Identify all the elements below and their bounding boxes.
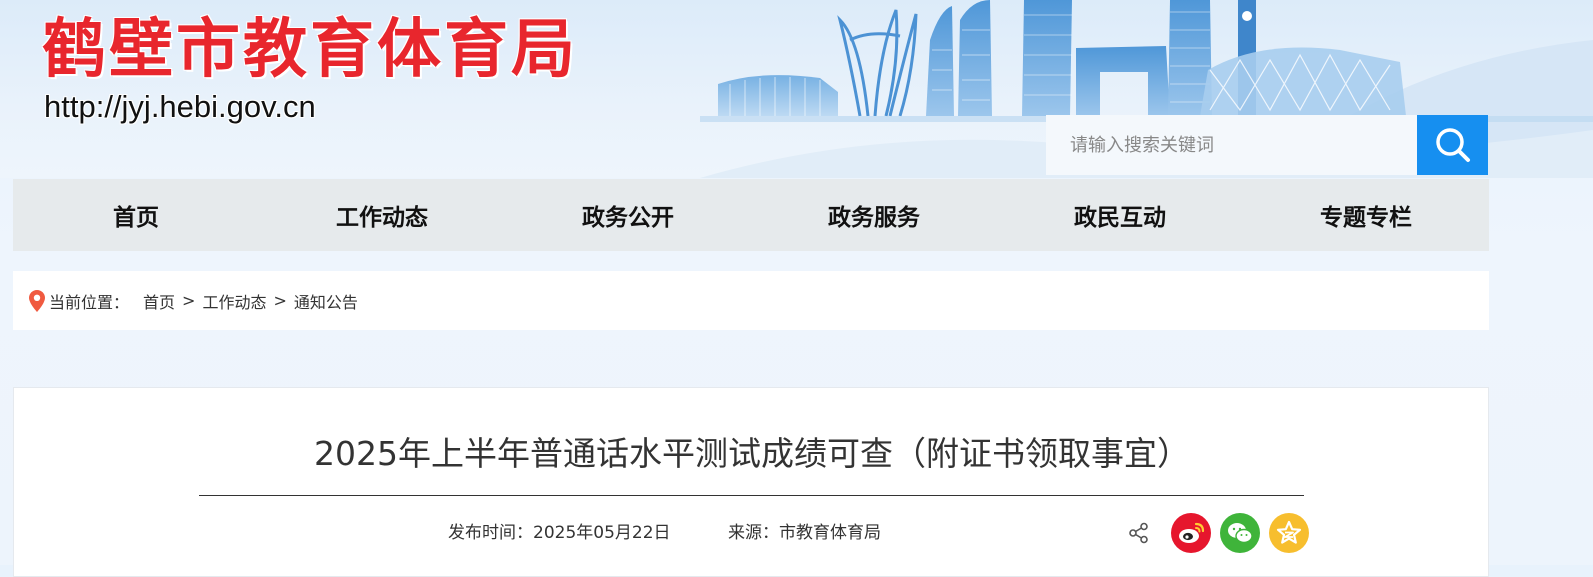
breadcrumb-item-work-news[interactable]: 工作动态 xyxy=(202,289,266,313)
share-qzone-button[interactable] xyxy=(1269,513,1309,553)
search-box xyxy=(1046,115,1488,175)
article-title: 2025年上半年普通话水平测试成绩可查（附证书领取事宜） xyxy=(314,434,1190,473)
nav-item-gov-services[interactable]: 政务服务 xyxy=(751,179,997,251)
nav-item-public-interaction[interactable]: 政民互动 xyxy=(997,179,1243,251)
breadcrumb-label: 当前位置： xyxy=(49,292,130,312)
main-nav: 首页 工作动态 政务公开 政务服务 政民互动 专题专栏 xyxy=(13,179,1489,251)
article-panel: 2025年上半年普通话水平测试成绩可查（附证书领取事宜） 发布时间：2025年0… xyxy=(13,387,1489,577)
publish-date: 发布时间：2025年05月22日 xyxy=(448,523,671,543)
share-icon xyxy=(1128,521,1152,545)
site-header: 鹤壁市教育体育局 http://jyj.hebi.gov.cn xyxy=(0,0,1593,178)
breadcrumb: 当前位置： 首页 > 工作动态 > 通知公告 xyxy=(13,271,1489,330)
article-source: 来源：市教育体育局 xyxy=(728,523,881,543)
weibo-icon xyxy=(1179,522,1205,543)
share-weibo-button[interactable] xyxy=(1171,513,1211,553)
breadcrumb-separator: > xyxy=(182,291,196,310)
location-pin-icon xyxy=(29,289,45,312)
nav-item-special-topics[interactable]: 专题专栏 xyxy=(1243,179,1489,251)
share-bar xyxy=(1128,513,1309,553)
breadcrumb-separator: > xyxy=(273,291,287,310)
title-divider xyxy=(199,495,1304,496)
nav-item-gov-affairs-open[interactable]: 政务公开 xyxy=(505,179,751,251)
share-wechat-button[interactable] xyxy=(1220,513,1260,553)
site-name[interactable]: 鹤壁市教育体育局 xyxy=(42,14,578,86)
search-button[interactable] xyxy=(1417,115,1488,175)
search-input[interactable] xyxy=(1046,115,1417,175)
wechat-icon xyxy=(1228,523,1253,544)
breadcrumb-item-home[interactable]: 首页 xyxy=(143,289,175,313)
nav-item-work-news[interactable]: 工作动态 xyxy=(259,179,505,251)
qzone-icon xyxy=(1276,520,1302,544)
site-url[interactable]: http://jyj.hebi.gov.cn xyxy=(44,88,316,126)
nav-item-home[interactable]: 首页 xyxy=(13,179,259,251)
breadcrumb-item-notices[interactable]: 通知公告 xyxy=(294,289,358,313)
search-icon xyxy=(1435,128,1470,162)
